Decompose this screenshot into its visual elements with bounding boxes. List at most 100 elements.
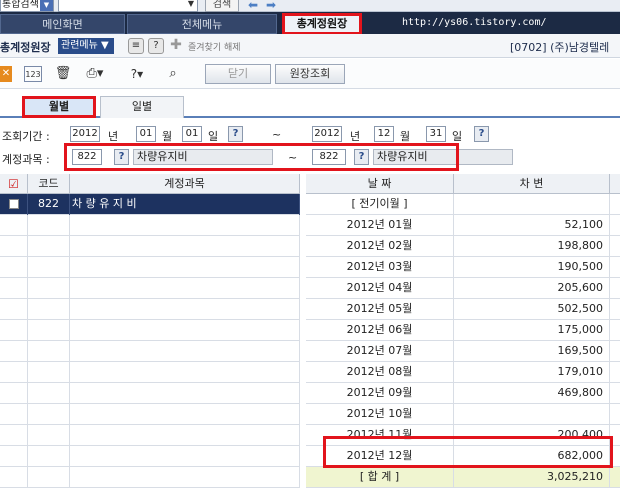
ledger-view-button[interactable]: 원장조회 <box>275 64 345 84</box>
empty-row <box>0 404 300 425</box>
period-tilde: ~ <box>272 128 282 141</box>
year-unit: 년 <box>350 130 361 143</box>
empty-row <box>0 320 300 341</box>
empty-cell <box>28 362 70 383</box>
date-cell: 2012년 03월 <box>306 257 454 278</box>
search-input[interactable]: ▼ <box>58 0 198 12</box>
table-row[interactable]: 2012년 08월 179,010 <box>306 362 620 383</box>
table-row[interactable]: 2012년 10월 <box>306 404 620 425</box>
col-date[interactable]: 날 짜 <box>306 174 454 194</box>
from-date-help-button[interactable]: ? <box>228 126 243 142</box>
tab-monthly[interactable]: 월별 <box>22 96 96 118</box>
to-date-help-button[interactable]: ? <box>474 126 489 142</box>
close-icon[interactable]: ✕ <box>0 66 12 82</box>
date-cell: 2012년 04월 <box>306 278 454 299</box>
col-code[interactable]: 코드 <box>28 174 70 194</box>
empty-cell <box>70 467 300 488</box>
close-button[interactable]: 닫기 <box>205 64 271 84</box>
related-menu-select[interactable]: 관련메뉴 ▼ <box>58 38 114 54</box>
table-row[interactable]: 2012년 04월 205,600 <box>306 278 620 299</box>
plus-icon[interactable]: ✚ <box>168 38 184 54</box>
empty-cell <box>70 425 300 446</box>
company-label: [0702] (주)남경텔레 <box>510 41 610 54</box>
date-cell: 2012년 09월 <box>306 383 454 404</box>
tab-general-ledger[interactable]: 총계정원장 <box>282 13 362 35</box>
to-year-field[interactable]: 2012 <box>312 126 342 142</box>
row-checkbox-cell[interactable] <box>0 194 28 215</box>
tab-daily[interactable]: 일별 <box>100 96 184 118</box>
empty-cell <box>70 383 300 404</box>
empty-cell <box>28 215 70 236</box>
chevron-down-icon[interactable]: ▼ <box>40 0 53 11</box>
empty-cell <box>0 404 28 425</box>
from-year-field[interactable]: 2012 <box>70 126 100 142</box>
select-all-checkbox[interactable]: ☑ <box>0 174 28 194</box>
number-icon[interactable]: 123 <box>24 66 42 82</box>
debit-cell: 190,500 <box>454 257 610 278</box>
empty-cell <box>28 320 70 341</box>
col-debit[interactable]: 차 변 <box>454 174 610 194</box>
tab-main-screen[interactable]: 메인화면 <box>0 14 125 34</box>
preview-icon[interactable]: ⌕ <box>164 66 182 82</box>
chevron-down-icon[interactable]: ▼ <box>188 0 194 8</box>
date-cell: 2012년 05월 <box>306 299 454 320</box>
to-month-field[interactable]: 12 <box>374 126 394 142</box>
from-month-field[interactable]: 01 <box>136 126 156 142</box>
trash-icon[interactable]: 🗑 <box>54 66 72 82</box>
col-account[interactable]: 계정과목 <box>70 174 300 194</box>
empty-cell <box>28 446 70 467</box>
from-day-field[interactable]: 01 <box>182 126 202 142</box>
period-label: 조회기간 : <box>2 130 50 143</box>
list-icon[interactable]: ≡ <box>128 38 144 54</box>
print-icon[interactable]: ⎙▾ <box>82 66 108 82</box>
help-icon[interactable]: ?▾ <box>124 66 150 82</box>
debit-cell: 198,800 <box>454 236 610 257</box>
favorite-toggle[interactable]: 즐겨찾기 해제 <box>188 40 241 53</box>
table-row[interactable]: 2012년 02월 198,800 <box>306 236 620 257</box>
top-search-bar: 통합검색 ▼ ▼ 검색 ⬅ ➡ <box>0 0 620 12</box>
empty-cell <box>0 341 28 362</box>
debit-cell <box>454 404 610 425</box>
empty-cell <box>28 383 70 404</box>
to-day-field[interactable]: 31 <box>426 126 446 142</box>
empty-cell <box>28 299 70 320</box>
table-row[interactable]: 2012년 03월 190,500 <box>306 257 620 278</box>
extra-cell <box>610 341 620 362</box>
table-row[interactable]: 2012년 09월 469,800 <box>306 383 620 404</box>
row-checkbox[interactable] <box>8 199 19 209</box>
empty-cell <box>28 257 70 278</box>
empty-cell <box>70 257 300 278</box>
table-row[interactable]: [ 합 계 ] 3,025,210 <box>306 467 620 488</box>
empty-cell <box>0 257 28 278</box>
empty-cell <box>70 341 300 362</box>
extra-cell <box>610 404 620 425</box>
empty-cell <box>70 362 300 383</box>
table-row[interactable]: [ 전기이월 ] <box>306 194 620 215</box>
account-name-cell: 차 량 유 지 비 <box>70 194 300 215</box>
tab-all-menu[interactable]: 전체메뉴 <box>127 14 277 34</box>
day-unit: 일 <box>452 130 463 143</box>
extra-cell <box>610 278 620 299</box>
account-list-grid: ☑ 코드 계정과목 822 차 량 유 지 비 <box>0 174 300 488</box>
page-title: 총계정원장 <box>0 41 51 54</box>
table-row[interactable]: 822 차 량 유 지 비 <box>0 194 300 215</box>
debit-cell <box>454 194 610 215</box>
empty-row <box>0 299 300 320</box>
empty-cell <box>0 362 28 383</box>
help-icon[interactable]: ? <box>148 38 164 54</box>
empty-cell <box>28 425 70 446</box>
empty-cell <box>70 299 300 320</box>
date-cell: 2012년 10월 <box>306 404 454 425</box>
extra-cell <box>610 383 620 404</box>
toolbar: ✕ 123 🗑 ⎙▾ ?▾ ⌕ 닫기 원장조회 <box>0 59 620 89</box>
extra-cell <box>610 257 620 278</box>
table-row[interactable]: 2012년 06월 175,000 <box>306 320 620 341</box>
table-row[interactable]: 2012년 07월 169,500 <box>306 341 620 362</box>
table-row[interactable]: 2012년 05월 502,500 <box>306 299 620 320</box>
back-arrow-icon[interactable]: ⬅ <box>248 0 258 12</box>
extra-cell <box>610 215 620 236</box>
search-button[interactable]: 검색 <box>205 0 239 12</box>
table-row[interactable]: 2012년 01월 52,100 <box>306 215 620 236</box>
forward-arrow-icon[interactable]: ➡ <box>266 0 276 12</box>
empty-cell <box>28 404 70 425</box>
